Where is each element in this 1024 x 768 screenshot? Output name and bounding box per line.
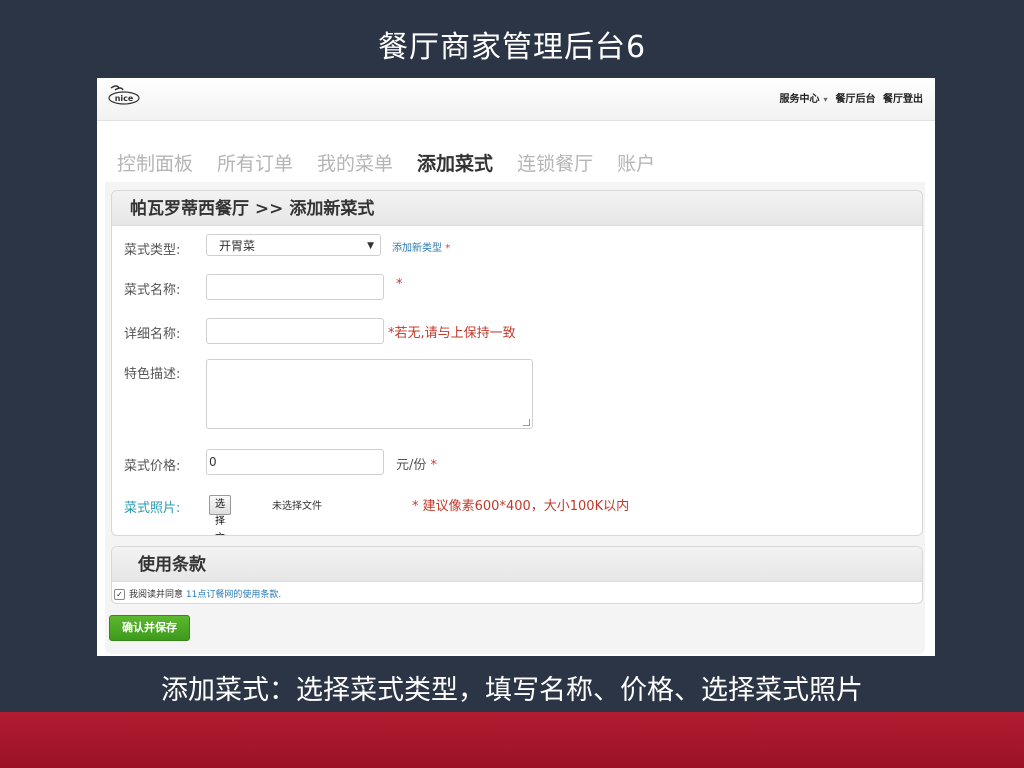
dish-type-value: 开胃菜 bbox=[219, 239, 256, 253]
restaurant-backend-link[interactable]: 餐厅后台 bbox=[836, 94, 876, 105]
nice-logo[interactable]: nice bbox=[107, 84, 141, 106]
terms-panel: 使用条款 ✓ 我阅读并同意 11点订餐网的使用条款. bbox=[111, 546, 923, 604]
detail-row: 详细名称: *若无,请与上保持一致 bbox=[124, 318, 516, 344]
add-type-link[interactable]: 添加新类型 bbox=[392, 243, 442, 254]
save-button[interactable]: 确认并保存 bbox=[109, 615, 190, 641]
price-required-mark: * bbox=[430, 458, 438, 473]
desc-row: 特色描述: bbox=[124, 359, 533, 429]
name-required-mark: * bbox=[396, 277, 403, 292]
photo-hint: * 建议像素600*400，大小100K以内 bbox=[412, 499, 630, 514]
tab-chain-restaurants[interactable]: 连锁餐厅 bbox=[517, 149, 593, 176]
tab-my-menu[interactable]: 我的菜单 bbox=[317, 149, 393, 176]
price-row: 菜式价格: 0 元/份 * bbox=[124, 449, 437, 475]
terms-heading: 使用条款 bbox=[112, 547, 922, 582]
add-type-row: 添加新类型 * bbox=[392, 239, 450, 254]
form-heading: 帕瓦罗蒂西餐厅 >> 添加新菜式 bbox=[112, 191, 922, 226]
choose-file-button[interactable]: 选择文件 bbox=[209, 495, 231, 535]
price-unit-row: 元/份 * bbox=[396, 454, 437, 473]
dish-name-input[interactable] bbox=[206, 274, 384, 300]
description-textarea[interactable] bbox=[206, 359, 533, 429]
type-row: 菜式类型: 开胃菜 ▼ 添加新类型 * bbox=[124, 234, 450, 258]
screenshot-window: nice 服务中心 ▾ 餐厅后台 餐厅登出 控制面板 所有订单 我的菜单 添加菜式 … bbox=[97, 78, 935, 656]
file-status: 未选择文件 bbox=[272, 501, 322, 512]
detail-name-input[interactable] bbox=[206, 318, 384, 344]
required-mark: * bbox=[445, 243, 451, 254]
type-label: 菜式类型: bbox=[124, 243, 181, 258]
caret-down-icon[interactable]: ▾ bbox=[824, 95, 828, 104]
desc-label: 特色描述: bbox=[124, 367, 181, 382]
price-input[interactable]: 0 bbox=[206, 449, 384, 475]
name-label: 菜式名称: bbox=[124, 283, 181, 298]
dish-type-select[interactable]: 开胃菜 ▼ bbox=[206, 234, 381, 256]
photo-row: 菜式照片: 选择文件 未选择文件 * 建议像素600*400，大小100K以内 bbox=[124, 495, 629, 535]
detail-hint: *若无,请与上保持一致 bbox=[388, 326, 516, 341]
slide-caption: 添加菜式：选择菜式类型，填写名称、价格、选择菜式照片 bbox=[161, 675, 863, 706]
dropdown-arrow-icon: ▼ bbox=[367, 241, 374, 251]
price-unit: 元/份 bbox=[396, 458, 427, 473]
logo-text: nice bbox=[115, 94, 134, 103]
tab-add-dish[interactable]: 添加菜式 bbox=[417, 149, 493, 176]
tab-all-orders[interactable]: 所有订单 bbox=[217, 149, 293, 176]
main-page: 控制面板 所有订单 我的菜单 添加菜式 连锁餐厅 账户 帕瓦罗蒂西餐厅 >> 添… bbox=[105, 142, 925, 654]
agree-checkbox[interactable]: ✓ bbox=[114, 589, 125, 600]
slide-title: 餐厅商家管理后台6 bbox=[377, 30, 647, 65]
top-bar: nice 服务中心 ▾ 餐厅后台 餐厅登出 bbox=[97, 78, 935, 121]
footer-band bbox=[0, 712, 1024, 768]
photo-label: 菜式照片: bbox=[124, 501, 181, 516]
top-links: 服务中心 ▾ 餐厅后台 餐厅登出 bbox=[776, 90, 924, 105]
tab-account[interactable]: 账户 bbox=[617, 149, 655, 176]
agree-text: 我阅读并同意 bbox=[129, 590, 184, 600]
tab-dashboard[interactable]: 控制面板 bbox=[117, 149, 193, 176]
terms-link[interactable]: 11点订餐网的使用条款. bbox=[186, 590, 281, 600]
name-row: 菜式名称: * bbox=[124, 274, 403, 300]
add-dish-panel: 帕瓦罗蒂西餐厅 >> 添加新菜式 菜式类型: 开胃菜 ▼ 添加新类型 * 菜式名… bbox=[111, 190, 923, 536]
resize-grip-icon[interactable] bbox=[523, 419, 530, 426]
service-center-link[interactable]: 服务中心 bbox=[780, 94, 820, 105]
terms-agree-row: ✓ 我阅读并同意 11点订餐网的使用条款. bbox=[114, 587, 281, 600]
nav-tabs: 控制面板 所有订单 我的菜单 添加菜式 连锁餐厅 账户 bbox=[105, 142, 925, 182]
price-label: 菜式价格: bbox=[124, 459, 181, 474]
detail-label: 详细名称: bbox=[124, 327, 181, 342]
logout-link[interactable]: 餐厅登出 bbox=[883, 94, 923, 105]
